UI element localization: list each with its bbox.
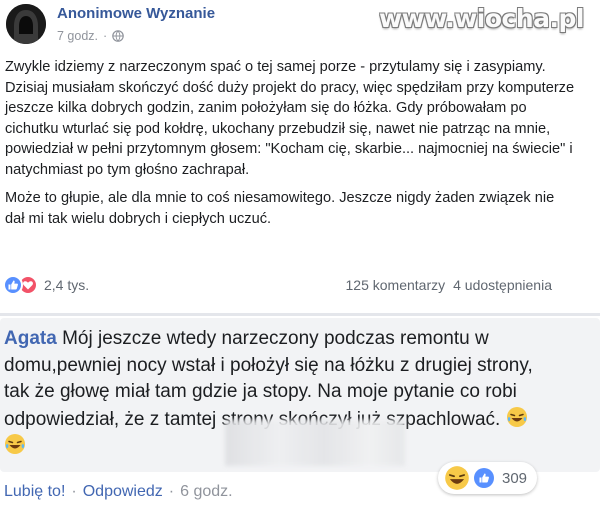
separator-dot: · <box>103 29 108 43</box>
section-divider <box>0 313 600 316</box>
like-comment-link[interactable]: Lubię to! <box>4 483 65 501</box>
reaction-count[interactable]: 2,4 tys. <box>44 277 89 293</box>
post-header: Anonimowe Wyznanie 7 godz. · www.wiocha.… <box>0 0 600 52</box>
post-paragraph: Zwykle idziemy z narzeczonym spać o tej … <box>5 59 575 178</box>
comment-line: Agata Mój jeszcze wtedy narzeczony podcz… <box>4 326 596 353</box>
hooded-figure-icon <box>6 4 46 44</box>
comment-line-text: Mój jeszcze wtedy narzeczony podczas rem… <box>56 328 489 349</box>
post-paragraph: Może to głupie, ale dla mnie to coś nies… <box>5 190 555 227</box>
author-avatar[interactable] <box>6 4 46 44</box>
site-watermark: www.wiocha.pl <box>379 4 584 33</box>
comment-author-name[interactable]: Agata <box>4 328 57 349</box>
engagement-stats: 125 komentarzy 4 udostępnienia <box>346 277 552 293</box>
comment-reaction-count: 309 <box>502 469 528 487</box>
globe-icon <box>112 30 124 42</box>
post-meta: 7 godz. · <box>57 29 124 43</box>
comment-reactions-badge[interactable]: 309 <box>438 462 538 494</box>
post-reactions-bar: 2,4 tys. 125 komentarzy 4 udostępnienia <box>3 273 597 297</box>
comment-timestamp[interactable]: 6 godz. <box>180 483 232 501</box>
separator-dot: · <box>168 483 175 500</box>
tears-of-joy-emoji-icon <box>506 406 527 427</box>
tears-of-joy-emoji-icon <box>5 434 25 454</box>
comment-actions: Lubię to! · Odpowiedz · 6 godz. <box>4 483 233 501</box>
like-reaction-icon <box>474 468 494 488</box>
shares-count-link[interactable]: 4 udostępnienia <box>453 277 552 293</box>
post-body: Zwykle idziemy z narzeczonym spać o tej … <box>5 57 575 237</box>
reply-comment-link[interactable]: Odpowiedz <box>83 483 163 501</box>
comments-count-link[interactable]: 125 komentarzy <box>346 277 446 293</box>
comment-line: tak że głowę miał tam gdzie ja stopy. Na… <box>4 381 517 402</box>
comment-line: domu,pewniej nocy wstał i położył się na… <box>4 354 533 376</box>
like-reaction-icon <box>3 275 23 295</box>
haha-reaction-icon <box>445 466 469 490</box>
blurred-overlay <box>225 420 405 466</box>
post-author-name[interactable]: Anonimowe Wyznanie <box>57 5 215 22</box>
separator-dot: · <box>71 483 77 500</box>
post-timestamp[interactable]: 7 godz. <box>57 29 98 43</box>
reaction-icons[interactable] <box>3 275 38 295</box>
